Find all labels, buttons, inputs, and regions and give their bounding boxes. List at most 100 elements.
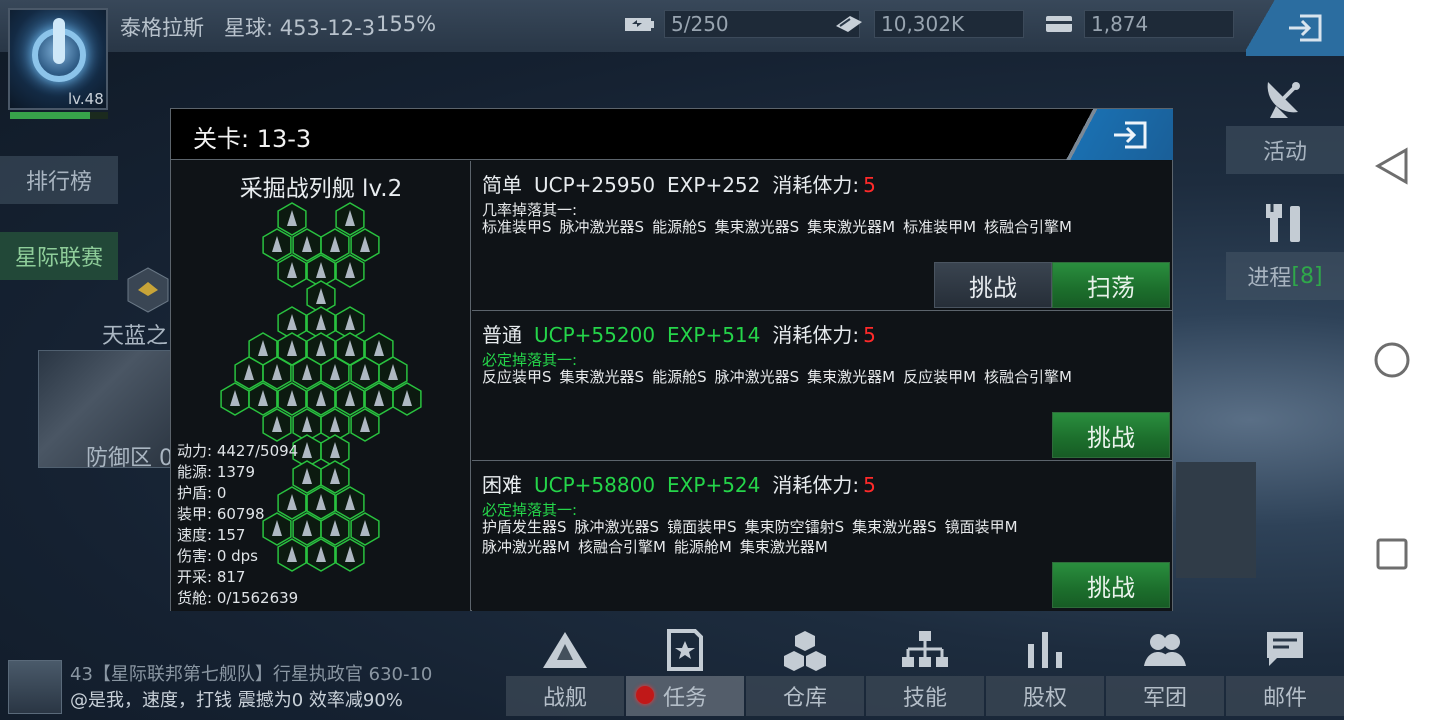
alliance-emblem-icon[interactable] bbox=[126, 266, 170, 314]
drop-item: 集束激光器M bbox=[739, 538, 828, 556]
fleet-value: 5/250 bbox=[664, 10, 860, 38]
menu-warehouse[interactable]: 仓库 bbox=[746, 628, 864, 720]
home-icon[interactable] bbox=[1370, 338, 1414, 382]
progress-button[interactable]: 进程 [8] bbox=[1226, 252, 1344, 300]
drop-item: 反应装甲S bbox=[482, 368, 552, 386]
chat-line-1[interactable]: 43【星际联邦第七舰队】行星执政官 630-10 bbox=[70, 660, 432, 686]
cost-label: 消耗体力: bbox=[772, 473, 860, 497]
legion-people-icon bbox=[1106, 628, 1224, 672]
task-star-icon bbox=[626, 628, 744, 672]
menu-legion[interactable]: 军团 bbox=[1106, 628, 1224, 720]
cost-label: 消耗体力: bbox=[772, 173, 860, 197]
planet-percent: 155% bbox=[376, 12, 437, 36]
drop-item: 集束激光器M bbox=[807, 218, 896, 236]
drop-item: 脉冲激光器M bbox=[482, 538, 570, 556]
difficulty-normal: 普通 UCP+55200 EXP+514 消耗体力: 5 必定掉落其一: 反应装甲S 集束… bbox=[472, 311, 1172, 461]
difficulty-header: 普通 UCP+55200 EXP+514 消耗体力: 5 bbox=[482, 319, 888, 348]
dialog-header: 关卡: 13-3 bbox=[171, 109, 1173, 160]
crystal-value: 1,874 bbox=[1084, 10, 1234, 38]
stat-damage: 伤害: 0 dps bbox=[177, 547, 258, 565]
drop-item: 脉冲激光器S bbox=[559, 218, 645, 236]
ucp-reward: UCP+55200 bbox=[534, 323, 656, 347]
stage-dialog: 关卡: 13-3 采掘战列舰 lv.2 动力: 4427/5094 能源: 13… bbox=[170, 108, 1173, 611]
drop-item: 反应装甲M bbox=[903, 368, 977, 386]
alliance-league-button[interactable]: 星际联赛 bbox=[0, 232, 118, 280]
stamina-cost: 5 bbox=[863, 173, 876, 197]
stat-shield: 护盾: 0 bbox=[177, 484, 227, 502]
drop-item: 核融合引擎M bbox=[577, 538, 666, 556]
player-level: lv.48 bbox=[68, 90, 104, 108]
warship-icon bbox=[506, 628, 624, 672]
menu-equity[interactable]: 股权 bbox=[986, 628, 1104, 720]
drop-item: 集束激光器S bbox=[559, 368, 645, 386]
stat-power: 动力: 4427/5094 bbox=[177, 442, 299, 460]
difficulty-easy: 简单 UCP+25950 EXP+252 消耗体力: 5 几率掉落其一: 标准装甲S 脉冲… bbox=[472, 161, 1172, 311]
drop-item: 集束激光器S bbox=[714, 218, 800, 236]
exit-icon bbox=[1289, 14, 1322, 42]
drop-item: 标准装甲M bbox=[903, 218, 977, 236]
credits-value: 10,302K bbox=[874, 10, 1024, 38]
stat-speed: 速度: 157 bbox=[177, 526, 246, 544]
drop-item: 能源舱S bbox=[652, 218, 707, 236]
sky-label: 天蓝之 bbox=[102, 324, 169, 349]
ship-panel: 采掘战列舰 lv.2 动力: 4427/5094 能源: 1379 护盾: 0 … bbox=[171, 161, 471, 611]
drop-item: 镜面装甲S bbox=[667, 518, 737, 536]
exit-icon bbox=[1114, 121, 1147, 148]
difficulty-name: 困难 bbox=[482, 473, 522, 497]
challenge-button[interactable]: 挑战 bbox=[934, 262, 1052, 308]
notification-dot bbox=[636, 686, 654, 704]
drop-item: 集束激光器M bbox=[807, 368, 896, 386]
menu-label: 军团 bbox=[1106, 676, 1224, 716]
drop-list: 标准装甲S 脉冲激光器S 能源舱S 集束激光器S 集束激光器M 标准装甲M 核融合引擎M bbox=[482, 217, 1162, 237]
warehouse-cubes-icon bbox=[746, 628, 864, 672]
menu-skill[interactable]: 技能 bbox=[866, 628, 984, 720]
bottom-menu: 战舰 任务 仓库 技能 股权 军团 邮件 bbox=[506, 628, 1344, 720]
player-avatar[interactable]: lv.48 bbox=[8, 8, 108, 110]
stat-mining: 开采: 817 bbox=[177, 568, 246, 586]
mail-chat-icon bbox=[1226, 628, 1344, 672]
exit-button[interactable] bbox=[1246, 0, 1344, 56]
defense-zone-label: 防御区 0 bbox=[86, 446, 173, 471]
drop-item: 集束防空镭射S bbox=[744, 518, 845, 536]
drop-list: 反应装甲S 集束激光器S 能源舱S 脉冲激光器S 集束激光器M 反应装甲M 核融合引擎M bbox=[482, 367, 1162, 387]
menu-warship[interactable]: 战舰 bbox=[506, 628, 624, 720]
drop-item: 能源舱M bbox=[673, 538, 732, 556]
menu-task[interactable]: 任务 bbox=[626, 628, 744, 720]
xp-bar bbox=[10, 112, 108, 119]
chat-avatar[interactable] bbox=[8, 660, 62, 714]
challenge-button[interactable]: 挑战 bbox=[1052, 562, 1170, 608]
dialog-close-button[interactable] bbox=[1063, 109, 1173, 160]
activity-button[interactable]: 活动 bbox=[1226, 126, 1344, 174]
challenge-button[interactable]: 挑战 bbox=[1052, 412, 1170, 458]
difficulty-header: 简单 UCP+25950 EXP+252 消耗体力: 5 bbox=[482, 169, 888, 198]
progress-label: 进程 bbox=[1247, 266, 1292, 291]
stat-armor: 装甲: 60798 bbox=[177, 505, 265, 523]
stamina-cost: 5 bbox=[863, 323, 876, 347]
menu-label: 仓库 bbox=[746, 676, 864, 716]
ucp-reward: UCP+25950 bbox=[534, 173, 656, 197]
cost-label: 消耗体力: bbox=[772, 323, 860, 347]
drop-item: 标准装甲S bbox=[482, 218, 552, 236]
ucp-reward: UCP+58800 bbox=[534, 473, 656, 497]
back-icon[interactable] bbox=[1370, 144, 1414, 188]
stamina-cost: 5 bbox=[863, 473, 876, 497]
menu-label: 技能 bbox=[866, 676, 984, 716]
drop-list: 护盾发生器S 脉冲激光器S 镜面装甲S 集束防空镭射S 集束激光器S 镜面装甲M 脉冲激光器… bbox=[482, 517, 1162, 557]
tools-icon bbox=[1264, 202, 1306, 244]
difficulty-hard: 困难 UCP+58800 EXP+524 消耗体力: 5 必定掉落其一: 护盾发生器S 脉… bbox=[472, 461, 1172, 611]
difficulty-header: 困难 UCP+58800 EXP+524 消耗体力: 5 bbox=[482, 469, 888, 498]
skill-tree-icon bbox=[866, 628, 984, 672]
difficulty-name: 普通 bbox=[482, 323, 522, 347]
game-screen: lv.48 泰格拉斯 星球: 453-12-3 155% 5/250 10,30… bbox=[0, 0, 1344, 720]
satellite-icon bbox=[1262, 76, 1306, 120]
rankings-button[interactable]: 排行榜 bbox=[0, 156, 118, 204]
planet-label: 星球: 453-12-3 bbox=[224, 16, 376, 40]
chat-line-2[interactable]: @是我，速度，打钱 震撼为0 效率减90% bbox=[70, 686, 403, 712]
crystal-icon bbox=[1044, 14, 1074, 34]
drop-item: 脉冲激光器S bbox=[574, 518, 660, 536]
drop-item: 护盾发生器S bbox=[482, 518, 567, 536]
recents-icon[interactable] bbox=[1370, 532, 1414, 576]
menu-mail[interactable]: 邮件 bbox=[1226, 628, 1344, 720]
sweep-button[interactable]: 扫荡 bbox=[1052, 262, 1170, 308]
credits-icon bbox=[834, 14, 864, 34]
